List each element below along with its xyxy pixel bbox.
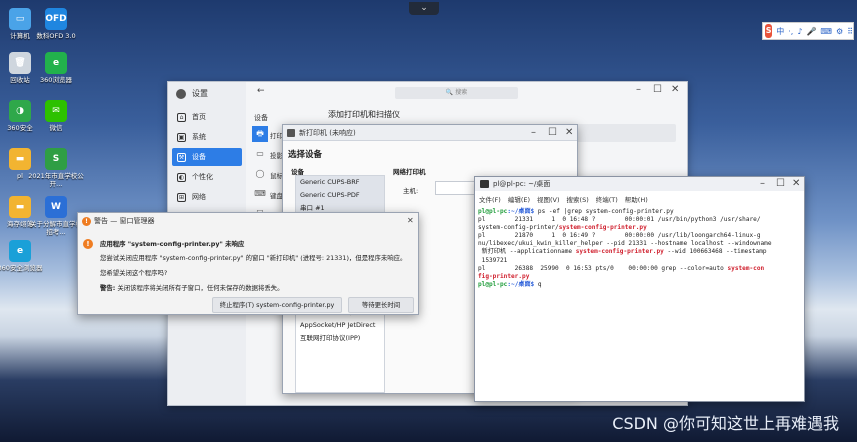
terminal-maximize-button[interactable]: ☐ [776, 178, 785, 189]
tray-grid-icon[interactable]: ⠿ [847, 27, 853, 36]
newp-close-button[interactable]: ✕ [565, 127, 573, 138]
device-list-item[interactable]: Generic CUPS-BRF [296, 176, 384, 189]
network-icon: ⊞ [177, 192, 186, 202]
menu-view[interactable]: 视图(V) [537, 194, 560, 204]
settings-search-input[interactable]: 🔍 搜索 [395, 87, 518, 99]
tray-punct-icon[interactable]: ·, [788, 27, 793, 36]
warning-titlebar[interactable]: 警告 — 窗口管理器 [78, 213, 418, 229]
desktop-icon[interactable]: e 360安全浏览器 [0, 240, 48, 272]
device-list-item[interactable]: Generic CUPS-PDF [296, 189, 384, 202]
menu-file[interactable]: 文件(F) [479, 194, 501, 204]
terminal-menubar: 文件(F) 编辑(E) 视图(V) 搜索(S) 终端(T) 帮助(H) [475, 194, 804, 204]
tray-sound-icon[interactable]: ♪ [797, 27, 802, 36]
desktop-icon[interactable]: ✉ 微信 [28, 100, 84, 132]
sidebar-item-system[interactable]: ▣ 系统 [172, 128, 242, 146]
settings-maximize-button[interactable]: ☐ [653, 84, 662, 95]
mouse-nav[interactable]: ◯ [252, 166, 268, 182]
settings-title: 设置 [176, 88, 208, 99]
tray-lang-icon[interactable]: 中 [776, 26, 784, 37]
desktop-icon-glyph: S [45, 148, 67, 170]
devices-section-label: 设备 [254, 114, 268, 122]
warning-message: 您尝试关闭应用程序 "system-config-printer.py" 的窗口… [100, 254, 407, 262]
settings-minimize-button[interactable]: – [636, 84, 641, 95]
printer-app-icon [287, 129, 295, 137]
menu-edit[interactable]: 编辑(E) [508, 194, 530, 204]
warning-prefix: 警告: [100, 284, 116, 292]
device-list-item[interactable]: AppSocket/HP JetDirect [296, 319, 384, 332]
terminal-close-button[interactable]: ✕ [792, 178, 800, 189]
terminal-app-icon [480, 180, 489, 188]
tray-keyboard-icon[interactable]: ⌨ [820, 27, 832, 36]
terminal-titlebar[interactable]: pl@pl-pc: ~/桌面 [475, 177, 804, 191]
desktop-icon[interactable]: OFD 数科OFD 3.0 [28, 8, 84, 40]
page-title: 添加打印机和扫描仪 [328, 110, 400, 119]
desktop-icon-glyph: e [45, 52, 67, 74]
dialog-heading: 选择设备 [288, 150, 323, 160]
host-label: 主机: [403, 187, 419, 195]
desktop-icon-glyph: OFD [45, 8, 67, 30]
warning-question: 您希望关闭这个程序吗? [100, 269, 168, 277]
host-input[interactable] [435, 181, 475, 195]
menu-help[interactable]: 帮助(H) [625, 194, 648, 204]
system-icon: ▣ [177, 132, 186, 142]
tray-mic-icon[interactable]: 🎤 [806, 27, 816, 36]
desktop-icon-label: 360安全浏览器 [0, 264, 43, 272]
desktop-icon-glyph: e [9, 240, 31, 262]
keyboard-nav[interactable]: ⌨ [252, 186, 268, 202]
projection-nav[interactable]: ▭ [252, 146, 268, 162]
terminal-output[interactable]: pl@pl-pc:~/桌面$ ps -ef |grep system-confi… [478, 208, 804, 289]
sidebar-item-devices[interactable]: ⚒ 设备 [172, 148, 242, 166]
printer-nav[interactable]: 🖶 [252, 126, 268, 142]
sidebar-item-home[interactable]: ⌂ 首页 [172, 108, 242, 126]
terminal-minimize-button[interactable]: – [760, 178, 765, 189]
sidebar-item-personalize[interactable]: ◐ 个性化 [172, 168, 242, 186]
network-printer-label: 网络打印机 [393, 168, 426, 176]
desktop-icon-label: 360浏览器 [40, 76, 72, 84]
desktop-icon[interactable]: S 2021年市直学校公开... [28, 148, 84, 188]
input-method-tray[interactable]: S 中 ·, ♪ 🎤 ⌨ ⚙ ⠿ [762, 22, 854, 40]
desktop-icon[interactable]: e 360浏览器 [28, 52, 84, 84]
home-icon: ⌂ [177, 112, 186, 122]
sidebar-item-network[interactable]: ⊞ 网络 [172, 188, 242, 206]
warning-headline: 应用程序 "system-config-printer.py" 未响应 [100, 240, 245, 248]
desktop-icon-glyph: ✉ [45, 100, 67, 122]
back-arrow-icon[interactable]: ← [257, 86, 265, 96]
desktop-icon-label: 数科OFD 3.0 [36, 32, 76, 40]
settings-close-button[interactable]: ✕ [671, 84, 679, 95]
terminal-window: pl@pl-pc: ~/桌面 – ☐ ✕ 文件(F) 编辑(E) 视图(V) 搜… [474, 176, 805, 402]
desktop-icon-label: 关于分解市直学校招考... [30, 220, 82, 236]
watermark: CSDN @你可知这世上再难遇我 [612, 414, 839, 433]
warning-close-button[interactable]: ✕ [407, 216, 414, 225]
personalize-icon: ◐ [177, 172, 186, 182]
not-responding-dialog: ! 警告 — 窗口管理器 ✕ ! 应用程序 "system-config-pri… [77, 212, 419, 315]
newp-maximize-button[interactable]: ☐ [548, 127, 557, 138]
tray-settings-icon[interactable]: ⚙ [836, 27, 843, 36]
top-panel-handle[interactable]: ⌄ [409, 2, 439, 15]
newp-minimize-button[interactable]: – [531, 127, 536, 138]
device-list-item[interactable]: 互联网打印协议(IPP) [296, 332, 384, 345]
desktop-icon-glyph: W [45, 196, 67, 218]
sogou-logo-icon[interactable]: S [765, 24, 773, 38]
menu-terminal[interactable]: 终端(T) [596, 194, 618, 204]
wait-longer-button[interactable]: 等待更长时间 [348, 297, 414, 313]
desktop-icon-label: 微信 [49, 124, 63, 132]
warning-icon: ! [83, 239, 93, 249]
terminate-program-button[interactable]: 终止程序(T) system-config-printer.py [212, 297, 342, 313]
devices-icon: ⚒ [177, 152, 186, 162]
desktop-icon-label: 2021年市直学校公开... [28, 172, 84, 188]
menu-search[interactable]: 搜索(S) [567, 194, 589, 204]
settings-app-icon [176, 88, 186, 99]
warning-detail: 关闭该程序将关闭所有子窗口，任何未保存的数据将丢失。 [117, 284, 284, 292]
desktop-icon[interactable]: W 关于分解市直学校招考... [28, 196, 84, 236]
